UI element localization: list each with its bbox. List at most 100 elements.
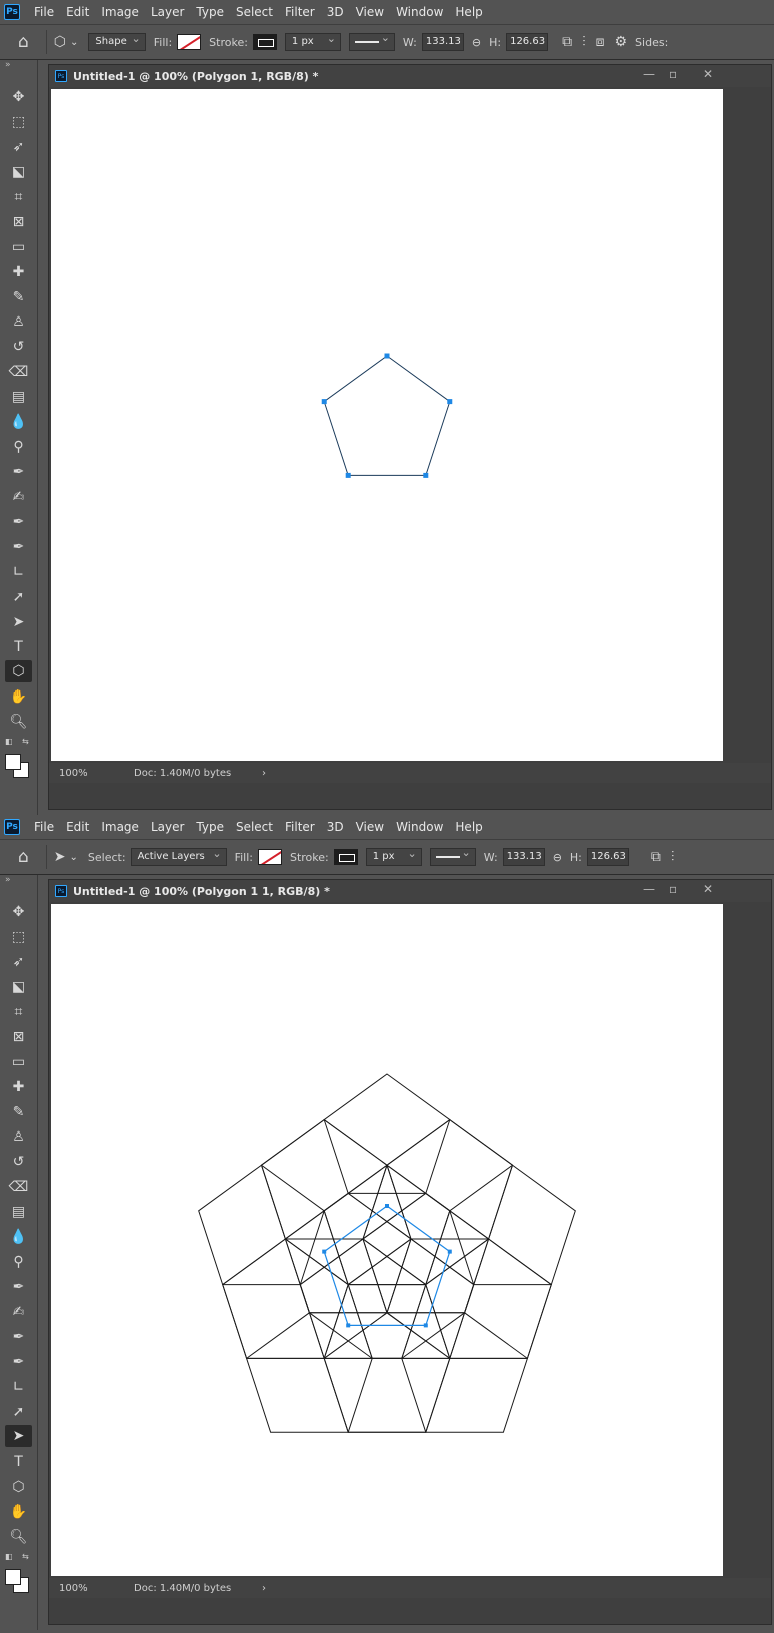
crop-tool-icon[interactable]: ⌗ xyxy=(5,1001,32,1023)
menu-view[interactable]: View xyxy=(350,5,390,19)
healing-brush-tool-icon[interactable]: ✚ xyxy=(5,1076,32,1098)
menu-layer[interactable]: Layer xyxy=(145,820,190,834)
canvas[interactable] xyxy=(51,89,723,761)
type-tool-icon[interactable]: T xyxy=(5,636,32,658)
swap-colors-icon[interactable]: ⇆ xyxy=(22,737,29,746)
lasso-tool-icon[interactable]: ➶ xyxy=(5,136,32,158)
menu-view[interactable]: View xyxy=(350,820,390,834)
gradient-tool-icon[interactable]: ▤ xyxy=(5,386,32,408)
direct-selection-tool-icon[interactable]: ➚ xyxy=(5,1401,32,1423)
stroke-type-dropdown[interactable] xyxy=(348,31,395,51)
move-tool-icon[interactable]: ✥ xyxy=(5,86,32,108)
path-alignment-icon[interactable]: ⫶ xyxy=(671,849,675,865)
frame-tool-icon[interactable]: ⊠ xyxy=(5,211,32,233)
path-selection-tool-icon[interactable]: ➤ xyxy=(5,1425,32,1447)
minimize-icon[interactable]: — xyxy=(643,882,655,896)
history-brush-tool-icon[interactable]: ↺ xyxy=(5,1151,32,1173)
zoom-tool-icon[interactable]: 🔍︎ xyxy=(5,1526,32,1548)
document-tab[interactable]: Ps Untitled-1 @ 100% (Polygon 1 1, RGB/8… xyxy=(49,880,771,902)
path-arrangement-icon[interactable]: ⧈ xyxy=(596,34,605,50)
collapse-panel-icon[interactable]: » xyxy=(5,875,11,885)
blur-tool-icon[interactable]: 💧 xyxy=(5,411,32,433)
foreground-color-swatch[interactable] xyxy=(5,754,21,770)
stamp-tool-icon[interactable]: ♙ xyxy=(5,1126,32,1148)
tool-mode-dropdown[interactable]: Shape xyxy=(88,31,146,51)
select-layers-dropdown[interactable]: Active Layers xyxy=(130,846,227,866)
stroke-swatch[interactable] xyxy=(252,34,277,50)
menu-help[interactable]: Help xyxy=(449,820,488,834)
healing-brush-tool-icon[interactable]: ✚ xyxy=(5,261,32,283)
swap-colors-icon[interactable]: ⇆ xyxy=(22,1552,29,1561)
lasso-tool-icon[interactable]: ➶ xyxy=(5,951,32,973)
maximize-icon[interactable]: ▫ xyxy=(669,882,677,896)
fill-swatch[interactable] xyxy=(177,34,202,50)
marquee-tool-icon[interactable]: ⬚ xyxy=(5,111,32,133)
height-field[interactable]: 126.63 p xyxy=(506,33,549,51)
menu-3d[interactable]: 3D xyxy=(321,820,350,834)
frame-tool-icon[interactable]: ⊠ xyxy=(5,1026,32,1048)
link-icon[interactable]: ⊖ xyxy=(553,851,562,864)
collapse-panel-icon[interactable]: » xyxy=(5,60,11,70)
chevron-down-icon[interactable]: ⌄ xyxy=(70,852,78,863)
menu-filter[interactable]: Filter xyxy=(279,5,321,19)
pen-tool-icon[interactable]: ✒ xyxy=(5,461,32,483)
stroke-width-dropdown[interactable]: 1 px xyxy=(284,31,341,51)
path-operations-icon[interactable]: ⧉ xyxy=(562,34,572,50)
pen-tool-icon[interactable]: ✒ xyxy=(5,1276,32,1298)
menu-image[interactable]: Image xyxy=(95,5,145,19)
object-selection-tool-icon[interactable]: ⬕ xyxy=(5,161,32,183)
menu-file[interactable]: File xyxy=(28,5,60,19)
status-chevron-icon[interactable]: › xyxy=(262,768,266,779)
height-field[interactable]: 126.63 p xyxy=(586,848,629,866)
canvas[interactable] xyxy=(51,904,723,1576)
hand-tool-icon[interactable]: ✋ xyxy=(5,1501,32,1523)
stroke-type-dropdown[interactable] xyxy=(429,846,476,866)
zoom-level[interactable]: 100% xyxy=(59,768,134,779)
marquee-tool-icon[interactable]: ⬚ xyxy=(5,926,32,948)
status-chevron-icon[interactable]: › xyxy=(262,1583,266,1594)
gear-icon[interactable]: ⚙ xyxy=(614,34,627,50)
close-icon[interactable]: ✕ xyxy=(703,67,713,81)
stamp-tool-icon[interactable]: ♙ xyxy=(5,311,32,333)
blur-tool-icon[interactable]: 💧 xyxy=(5,1226,32,1248)
dodge-tool-icon[interactable]: ⚲ xyxy=(5,1251,32,1273)
menu-select[interactable]: Select xyxy=(230,5,279,19)
menu-image[interactable]: Image xyxy=(95,820,145,834)
eraser-tool-icon[interactable]: ⌫ xyxy=(5,361,32,383)
menu-type[interactable]: Type xyxy=(190,820,230,834)
move-tool-icon[interactable]: ✥ xyxy=(5,901,32,923)
foreground-color-swatch[interactable] xyxy=(5,1569,21,1585)
chevron-down-icon[interactable]: ⌄ xyxy=(70,37,78,48)
stroke-swatch[interactable] xyxy=(333,849,358,865)
hand-tool-icon[interactable]: ✋ xyxy=(5,686,32,708)
brush-tool-icon[interactable]: ✎ xyxy=(5,286,32,308)
link-icon[interactable]: ⊖ xyxy=(472,36,481,49)
add-anchor-tool-icon[interactable]: ✒ xyxy=(5,1326,32,1348)
convert-point-tool-icon[interactable]: ✒ xyxy=(5,536,32,558)
menu-window[interactable]: Window xyxy=(390,5,449,19)
direct-selection-tool-icon[interactable]: ➚ xyxy=(5,586,32,608)
menu-edit[interactable]: Edit xyxy=(60,5,95,19)
menu-type[interactable]: Type xyxy=(190,5,230,19)
stroke-width-dropdown[interactable]: 1 px xyxy=(365,846,422,866)
menu-filter[interactable]: Filter xyxy=(279,820,321,834)
brush-tool-icon[interactable]: ✎ xyxy=(5,1101,32,1123)
eraser-tool-icon[interactable]: ⌫ xyxy=(5,1176,32,1198)
maximize-icon[interactable]: ▫ xyxy=(669,67,677,81)
freeform-pen-tool-icon[interactable]: ✍ xyxy=(5,486,32,508)
gradient-tool-icon[interactable]: ▤ xyxy=(5,1201,32,1223)
home-icon[interactable]: ⌂ xyxy=(18,32,29,52)
convert-anchor-tool-icon[interactable]: ∟ xyxy=(5,1376,32,1398)
freeform-pen-tool-icon[interactable]: ✍ xyxy=(5,1301,32,1323)
dodge-tool-icon[interactable]: ⚲ xyxy=(5,436,32,458)
menu-help[interactable]: Help xyxy=(449,5,488,19)
home-icon[interactable]: ⌂ xyxy=(18,847,29,867)
fill-swatch[interactable] xyxy=(257,849,282,865)
convert-point-tool-icon[interactable]: ✒ xyxy=(5,1351,32,1373)
default-colors-icon[interactable]: ◧ xyxy=(5,737,13,746)
convert-anchor-tool-icon[interactable]: ∟ xyxy=(5,561,32,583)
zoom-level[interactable]: 100% xyxy=(59,1583,134,1594)
crop-tool-icon[interactable]: ⌗ xyxy=(5,186,32,208)
add-anchor-tool-icon[interactable]: ✒ xyxy=(5,511,32,533)
polygon-tool-icon[interactable]: ⬡ xyxy=(5,1476,32,1498)
